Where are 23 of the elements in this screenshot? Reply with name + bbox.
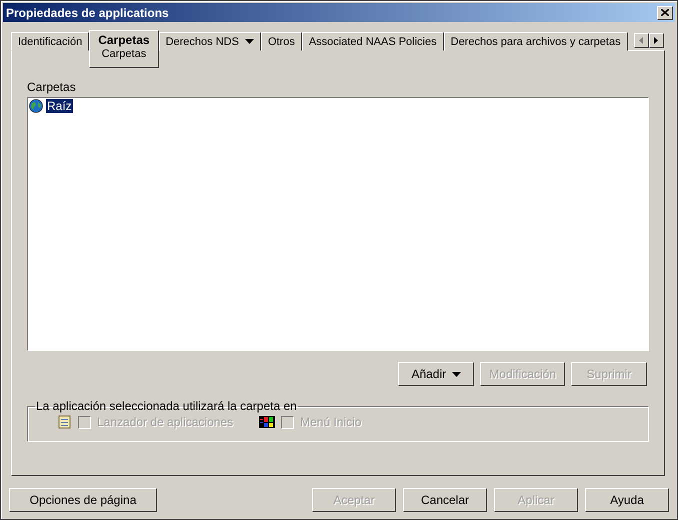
dialog-button[interactable]: Ayuda xyxy=(585,488,669,512)
tab[interactable]: Associated NAAS Policies xyxy=(302,32,444,51)
tab[interactable]: Carpetas Carpetas xyxy=(89,30,159,68)
right-arrow-icon xyxy=(654,37,658,44)
tab-sublabel[interactable]: Carpetas xyxy=(102,48,146,60)
action-button[interactable]: Añadir xyxy=(398,362,474,386)
close-button[interactable] xyxy=(657,6,673,20)
window-title: Propiedades de applications xyxy=(6,6,169,20)
left-arrow-icon xyxy=(639,37,644,44)
list-label: Carpetas xyxy=(27,80,77,94)
group-title: La aplicación seleccionada utilizará la carpeta en xyxy=(35,399,298,413)
dialog-button[interactable]: Cancelar xyxy=(403,488,487,512)
window-icon xyxy=(58,415,72,429)
globe-icon xyxy=(29,99,43,113)
tab[interactable]: Identificación xyxy=(11,32,90,51)
scroll-right-button[interactable] xyxy=(648,33,664,48)
tab[interactable]: Derechos para archivos y carpetas xyxy=(444,32,628,51)
folder-item[interactable]: Raíz xyxy=(46,99,73,113)
close-icon xyxy=(661,9,669,16)
tab[interactable]: Derechos NDS xyxy=(158,32,261,51)
tab[interactable]: Otros xyxy=(260,32,302,51)
page-options-button[interactable]: Opciones de página xyxy=(9,488,157,512)
flag-icon xyxy=(259,415,276,429)
